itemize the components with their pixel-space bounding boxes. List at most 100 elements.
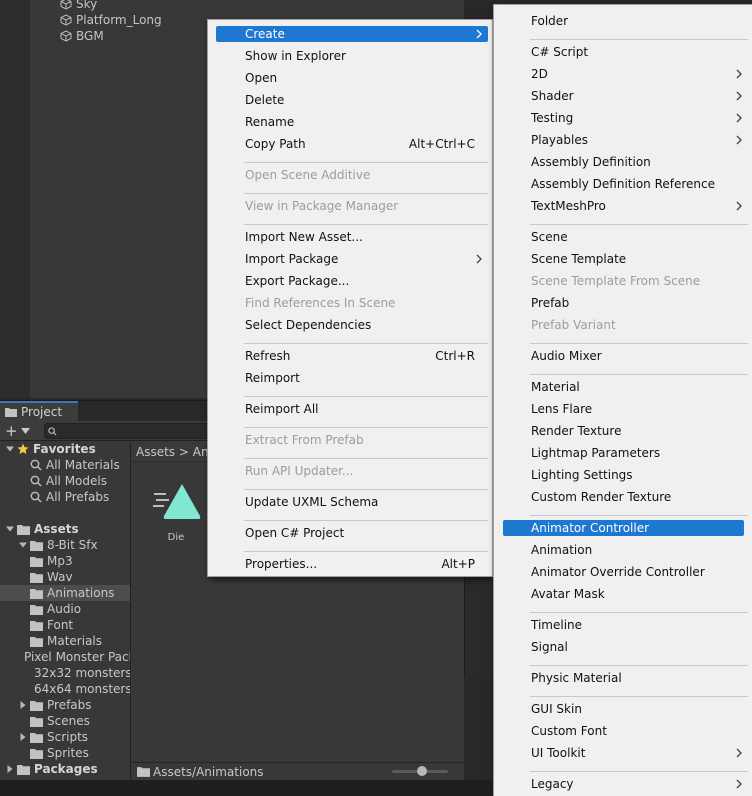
expand-arrow-icon[interactable] [5, 444, 15, 454]
menu-item-signal[interactable]: Signal [502, 639, 748, 655]
menu-item-assembly-definition-reference[interactable]: Assembly Definition Reference [502, 176, 748, 192]
menu-item-gui-skin[interactable]: GUI Skin [502, 701, 748, 717]
menu-item-label: Render Texture [531, 424, 622, 438]
menu-item-create[interactable]: Create [216, 26, 488, 42]
asset-die[interactable]: Die [152, 478, 202, 548]
search-input[interactable] [44, 423, 214, 439]
tree-item-prefabs[interactable]: Prefabs [0, 697, 130, 713]
tree-item-all-models[interactable]: All Models [0, 473, 130, 489]
tree-item-materials[interactable]: Materials [0, 633, 130, 649]
menu-item-folder[interactable]: Folder [502, 13, 748, 29]
menu-item-shortcut: Ctrl+R [435, 349, 475, 363]
menu-separator [530, 224, 748, 225]
menu-item-label: Scene [531, 230, 568, 244]
folder-icon [30, 732, 43, 743]
menu-item-material[interactable]: Material [502, 379, 748, 395]
menu-item-physic-material[interactable]: Physic Material [502, 670, 748, 686]
menu-item-open[interactable]: Open [216, 70, 488, 86]
tree-item-pixel-monster-pack[interactable]: Pixel Monster Pack [0, 649, 130, 665]
menu-item-copy-path[interactable]: Copy Path Alt+Ctrl+C [216, 136, 488, 152]
hierarchy-item-sky[interactable]: Sky [60, 0, 97, 12]
menu-separator [244, 193, 488, 194]
tree-item-label: All Models [46, 474, 107, 488]
menu-item-scene[interactable]: Scene [502, 229, 748, 245]
menu-item-export-package[interactable]: Export Package... [216, 273, 488, 289]
menu-item-textmeshpro[interactable]: TextMeshPro [502, 198, 748, 214]
tree-item-packages[interactable]: Packages [0, 761, 130, 777]
menu-item-open-c-project[interactable]: Open C# Project [216, 525, 488, 541]
menu-separator [244, 458, 488, 459]
menu-item-delete[interactable]: Delete [216, 92, 488, 108]
menu-item-scene-template[interactable]: Scene Template [502, 251, 748, 267]
menu-item-label: Animator Controller [531, 521, 650, 535]
menu-item-render-texture[interactable]: Render Texture [502, 423, 748, 439]
menu-item-legacy[interactable]: Legacy [502, 776, 748, 792]
collapse-arrow-icon[interactable] [5, 764, 15, 774]
menu-item-lens-flare[interactable]: Lens Flare [502, 401, 748, 417]
tree-item-font[interactable]: Font [0, 617, 130, 633]
menu-item-update-uxml-schema[interactable]: Update UXML Schema [216, 494, 488, 510]
menu-item-lightmap-parameters[interactable]: Lightmap Parameters [502, 445, 748, 461]
menu-item-import-package[interactable]: Import Package [216, 251, 488, 267]
tree-item-sprites[interactable]: Sprites [0, 745, 130, 761]
menu-item-avatar-mask[interactable]: Avatar Mask [502, 586, 748, 602]
menu-item-c-script[interactable]: C# Script [502, 44, 748, 60]
add-asset-button[interactable]: + [0, 422, 34, 440]
tab-project[interactable]: Project [0, 401, 78, 421]
menu-item-animation[interactable]: Animation [502, 542, 748, 558]
gameobject-icon [60, 30, 72, 42]
menu-item-prefab[interactable]: Prefab [502, 295, 748, 311]
menu-item-label: Reimport [245, 371, 300, 385]
tree-item-favorites[interactable]: Favorites [0, 442, 130, 457]
menu-item-animator-controller[interactable]: Animator Controller [503, 520, 744, 536]
menu-item-playables[interactable]: Playables [502, 132, 748, 148]
menu-item-label: Refresh [245, 349, 291, 363]
tree-item-audio[interactable]: Audio [0, 601, 130, 617]
menu-item-rename[interactable]: Rename [216, 114, 488, 130]
tree-item-scripts[interactable]: Scripts [0, 729, 130, 745]
menu-item-refresh[interactable]: Refresh Ctrl+R [216, 348, 488, 364]
menu-item-reimport[interactable]: Reimport [216, 370, 488, 386]
hierarchy-item-bgm[interactable]: BGM [60, 28, 104, 44]
menu-item-show-in-explorer[interactable]: Show in Explorer [216, 48, 488, 64]
tree-item-animations[interactable]: Animations [0, 585, 130, 601]
tree-item-wav[interactable]: Wav [0, 569, 130, 585]
menu-item-ui-toolkit[interactable]: UI Toolkit [502, 745, 748, 761]
menu-item-2d[interactable]: 2D [502, 66, 748, 82]
menu-item-select-dependencies[interactable]: Select Dependencies [216, 317, 488, 333]
menu-item-custom-render-texture[interactable]: Custom Render Texture [502, 489, 748, 505]
tree-item-all-materials[interactable]: All Materials [0, 457, 130, 473]
menu-item-run-api-updater: Run API Updater... [216, 463, 488, 479]
tree-item-32x32-monsters[interactable]: 32x32 monsters [0, 665, 130, 681]
tree-item-all-prefabs[interactable]: All Prefabs [0, 489, 130, 505]
tree-item-64x64-monsters[interactable]: 64x64 monsters [0, 681, 131, 697]
tree-item-scenes[interactable]: Scenes [0, 713, 130, 729]
asset-die-label: Die [167, 532, 185, 543]
expand-arrow-icon[interactable] [5, 524, 15, 534]
menu-item-testing[interactable]: Testing [502, 110, 748, 126]
menu-item-import-new-asset[interactable]: Import New Asset... [216, 229, 488, 245]
collapse-arrow-icon[interactable] [18, 700, 28, 710]
expand-arrow-icon[interactable] [18, 540, 28, 550]
menu-item-shader[interactable]: Shader [502, 88, 748, 104]
menu-item-animator-override-controller[interactable]: Animator Override Controller [502, 564, 748, 580]
icon-size-slider-handle[interactable] [417, 766, 427, 776]
menu-item-label: Find References In Scene [245, 296, 396, 310]
menu-item-label: Timeline [531, 618, 583, 632]
menu-item-label: Delete [245, 93, 285, 107]
tree-item-assets[interactable]: Assets [0, 521, 130, 537]
tree-item-label: 64x64 monsters [34, 682, 131, 696]
tree-item-mp3[interactable]: Mp3 [0, 553, 130, 569]
tree-item-8-bit-sfx[interactable]: 8-Bit Sfx [0, 537, 130, 553]
menu-item-reimport-all[interactable]: Reimport All [216, 401, 488, 417]
menu-item-lighting-settings[interactable]: Lighting Settings [502, 467, 748, 483]
hierarchy-item-platform-long[interactable]: Platform_Long [60, 12, 162, 28]
gameobject-icon [60, 0, 72, 10]
collapse-arrow-icon[interactable] [18, 732, 28, 742]
menu-item-custom-font[interactable]: Custom Font [502, 723, 748, 739]
menu-item-audio-mixer[interactable]: Audio Mixer [502, 348, 748, 364]
menu-item-timeline[interactable]: Timeline [502, 617, 748, 633]
menu-item-label: Lighting Settings [531, 468, 633, 482]
menu-item-assembly-definition[interactable]: Assembly Definition [502, 154, 748, 170]
menu-item-properties[interactable]: Properties... Alt+P [216, 556, 488, 572]
